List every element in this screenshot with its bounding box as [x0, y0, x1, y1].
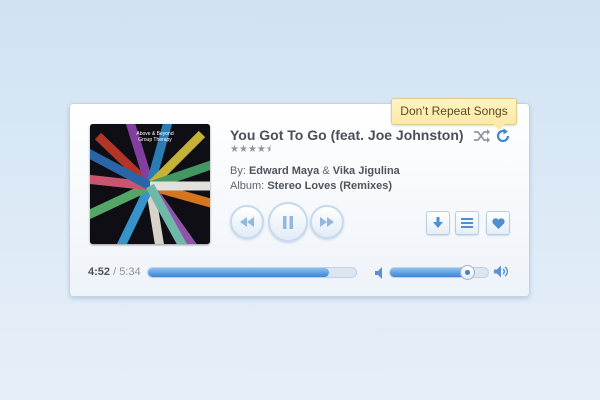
- heart-icon: [491, 217, 505, 229]
- download-icon: [433, 217, 443, 228]
- track-title: You Got To Go (feat. Joe Johnston): [230, 127, 464, 143]
- repeat-tooltip: Don’t Repeat Songs: [391, 98, 517, 130]
- volume-low-button[interactable]: [375, 266, 385, 284]
- rating-star[interactable]: ★: [239, 144, 248, 155]
- album-art-caption: Above & Beyond Group Therapy: [136, 131, 174, 143]
- volume-high-icon: [494, 265, 509, 278]
- rating-stars-display: ★★★★★: [230, 144, 275, 155]
- progress-fill: [148, 268, 329, 277]
- music-player: Above & Beyond Group Therapy You Got To …: [69, 103, 530, 297]
- album-label: Album:: [230, 180, 265, 192]
- volume-slider[interactable]: [389, 265, 489, 280]
- star-rating[interactable]: ★★★★★: [230, 144, 275, 155]
- rewind-button[interactable]: [230, 205, 264, 239]
- shuffle-icon: [474, 129, 490, 143]
- current-time: 4:52: [88, 266, 111, 278]
- rewind-icon: [240, 217, 254, 227]
- volume-slider-handle[interactable]: [460, 265, 476, 280]
- pause-button[interactable]: [268, 202, 308, 242]
- rating-star[interactable]: ★: [248, 144, 257, 155]
- fast-forward-icon: [320, 217, 334, 227]
- volume-high-button[interactable]: [494, 265, 510, 283]
- download-button[interactable]: [426, 211, 450, 235]
- album-art[interactable]: Above & Beyond Group Therapy: [90, 124, 210, 244]
- album-line: Album: Stereo Loves (Remixes): [230, 180, 392, 192]
- repeat-button[interactable]: [495, 128, 511, 144]
- artist-separator: &: [322, 165, 330, 177]
- rating-star[interactable]: ★: [257, 144, 266, 155]
- volume-fill: [390, 268, 469, 277]
- repeat-icon: [496, 128, 510, 143]
- time-separator: /: [113, 266, 117, 278]
- artist-label: By:: [230, 165, 246, 177]
- fast-forward-button[interactable]: [310, 205, 344, 239]
- total-time: 5:34: [119, 266, 141, 278]
- time-display: 4:52 / 5:34: [88, 266, 141, 278]
- playlist-button[interactable]: [455, 211, 479, 235]
- progress-bar[interactable]: [147, 267, 357, 278]
- love-button[interactable]: [486, 211, 510, 235]
- rating-star[interactable]: ★: [230, 144, 239, 155]
- shuffle-button[interactable]: [473, 128, 491, 144]
- artist-link-1[interactable]: Edward Maya: [249, 165, 319, 177]
- playlist-icon: [461, 218, 473, 228]
- volume-low-icon: [375, 267, 382, 279]
- album-link[interactable]: Stereo Loves (Remixes): [267, 180, 392, 192]
- artist-link-2[interactable]: Vika Jigulina: [333, 165, 400, 177]
- artist-line: By: Edward Maya & Vika Jigulina: [230, 165, 400, 177]
- rating-star[interactable]: ★: [266, 144, 270, 155]
- pause-icon: [283, 215, 293, 229]
